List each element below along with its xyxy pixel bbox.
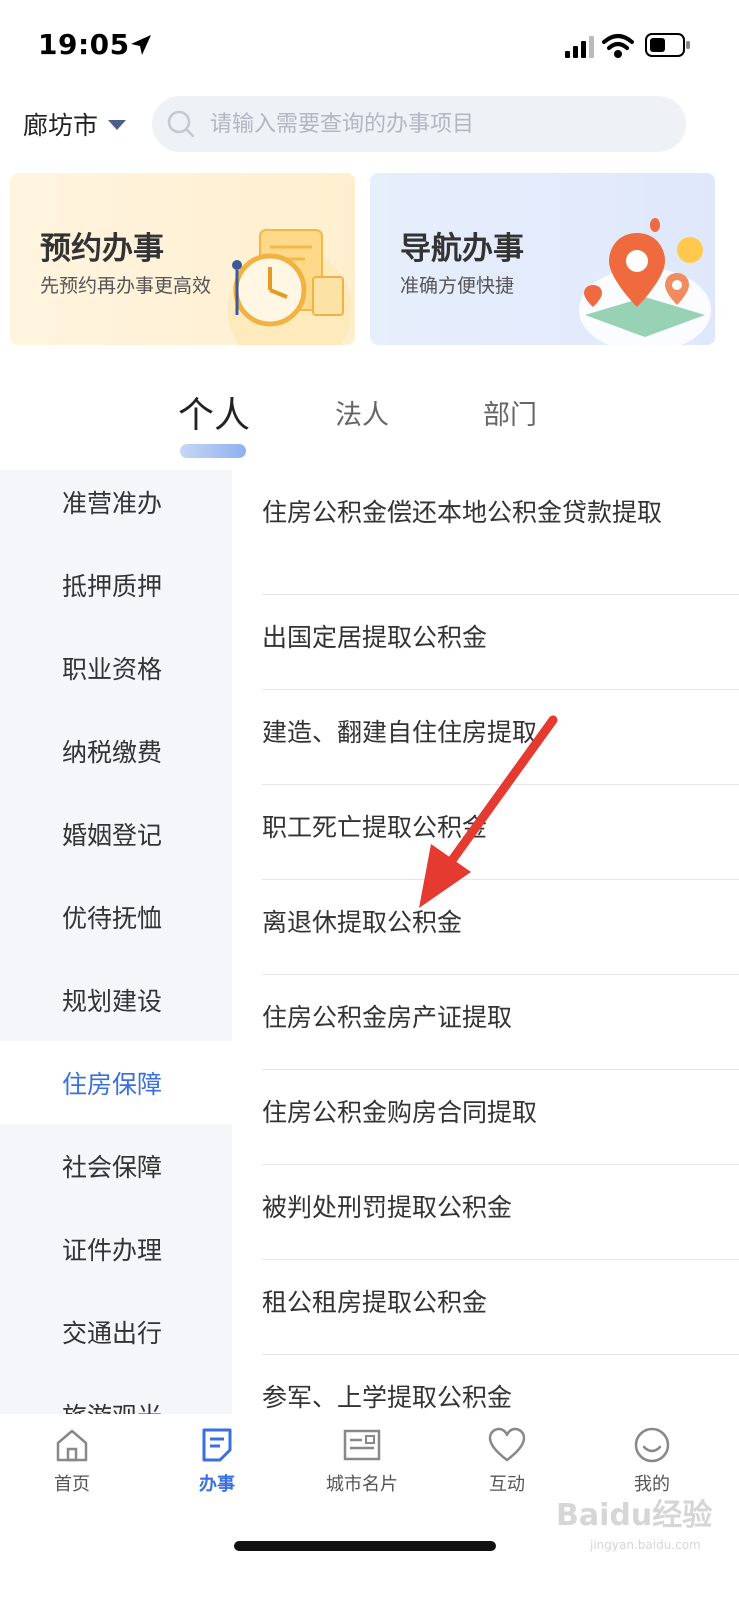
baidu-watermark: Baidu经验	[556, 1498, 713, 1533]
heart-icon	[488, 1427, 526, 1462]
service-list: 住房公积金偿还本地公积金贷款提取 出国定居提取公积金 建造、翻建自住住房提取 职…	[232, 470, 739, 1414]
watermark-url: jingyan.baidu.com	[590, 1538, 701, 1552]
annotation-arrow-icon	[419, 715, 558, 908]
appointment-card-subtitle: 先预约再办事更高效	[40, 275, 212, 297]
sidebar-item-tourism[interactable]: 旅游观光	[0, 1373, 232, 1415]
tabbar-home[interactable]: 首页	[22, 1426, 122, 1496]
document-icon	[202, 1428, 232, 1462]
sidebar-item-mortgage-pledge[interactable]: 抵押质押	[0, 543, 232, 626]
sidebar-item-preferential-care[interactable]: 优待抚恤	[0, 875, 232, 958]
wifi-icon	[602, 34, 634, 58]
tabbar-label: 城市名片	[326, 1474, 398, 1495]
sidebar-item-social-security[interactable]: 社会保障	[0, 1124, 232, 1207]
status-bar: 19:05	[0, 0, 739, 90]
sidebar-item-business-permit[interactable]: 准营准办	[0, 470, 232, 543]
header: 廊坊市	[0, 94, 739, 154]
battery-icon	[645, 33, 690, 57]
navigation-card[interactable]: 导航办事 准确方便快捷	[370, 173, 715, 345]
tabbar-label: 互动	[489, 1474, 525, 1495]
category-tabs: 个人 法人 部门	[0, 378, 739, 468]
appointment-card-title: 预约办事	[40, 231, 164, 267]
list-item[interactable]: 租公租房提取公积金	[262, 1260, 739, 1355]
city-selector[interactable]: 廊坊市	[23, 106, 127, 142]
sidebar-item-marriage-registration[interactable]: 婚姻登记	[0, 792, 232, 875]
sidebar-item-tax-payment[interactable]: 纳税缴费	[0, 709, 232, 792]
list-item[interactable]: 住房公积金房产证提取	[262, 975, 739, 1070]
list-item[interactable]: 出国定居提取公积金	[262, 595, 739, 690]
status-time: 19:05	[38, 28, 130, 61]
navigation-card-title: 导航办事	[400, 231, 524, 267]
city-label: 廊坊市	[23, 111, 99, 140]
search-input[interactable]	[210, 111, 670, 137]
tabbar-label: 办事	[199, 1474, 235, 1495]
tabbar-services[interactable]: 办事	[167, 1426, 267, 1496]
sidebar-item-certificates[interactable]: 证件办理	[0, 1207, 232, 1290]
smile-icon	[634, 1427, 670, 1463]
list-item[interactable]: 被判处刑罚提取公积金	[262, 1165, 739, 1260]
tabbar-city-card[interactable]: 城市名片	[312, 1426, 412, 1496]
tab-legal-entity[interactable]: 法人	[335, 393, 389, 432]
clock-document-illustration-icon	[228, 229, 352, 345]
active-tab-indicator	[180, 444, 246, 458]
list-item[interactable]: 住房公积金购房合同提取	[262, 1070, 739, 1165]
list-item[interactable]: 住房公积金偿还本地公积金贷款提取	[262, 470, 739, 595]
map-pin-illustration-icon	[579, 218, 711, 345]
tabbar-profile[interactable]: 我的	[602, 1426, 702, 1496]
home-indicator[interactable]	[234, 1541, 496, 1551]
cellular-signal-icon	[565, 36, 594, 58]
bottom-tab-bar: 首页 办事 城市名片 互动 我的 Baidu经验 jingyan.baidu.c…	[0, 1414, 739, 1600]
tabbar-label: 首页	[54, 1474, 90, 1495]
sidebar-item-housing-security[interactable]: 住房保障	[0, 1041, 232, 1124]
sidebar-item-transportation[interactable]: 交通出行	[0, 1290, 232, 1373]
tab-personal[interactable]: 个人	[178, 386, 250, 438]
search-icon	[167, 110, 195, 138]
tab-department[interactable]: 部门	[483, 393, 537, 432]
location-arrow-icon	[131, 35, 151, 55]
list-item[interactable]: 参军、上学提取公积金	[262, 1355, 739, 1414]
tabbar-interaction[interactable]: 互动	[457, 1426, 557, 1496]
navigation-card-subtitle: 准确方便快捷	[400, 275, 515, 297]
caret-down-icon	[108, 120, 127, 130]
category-sidebar: 准营准办 抵押质押 职业资格 纳税缴费 婚姻登记 优待抚恤 规划建设 住房保障 …	[0, 470, 232, 1414]
sidebar-item-professional-qualification[interactable]: 职业资格	[0, 626, 232, 709]
home-icon	[56, 1429, 88, 1462]
appointment-card[interactable]: 预约办事 先预约再办事更高效	[10, 173, 355, 345]
sidebar-item-planning-construction[interactable]: 规划建设	[0, 958, 232, 1041]
city-card-icon	[343, 1429, 381, 1461]
search-bar[interactable]	[152, 96, 686, 152]
